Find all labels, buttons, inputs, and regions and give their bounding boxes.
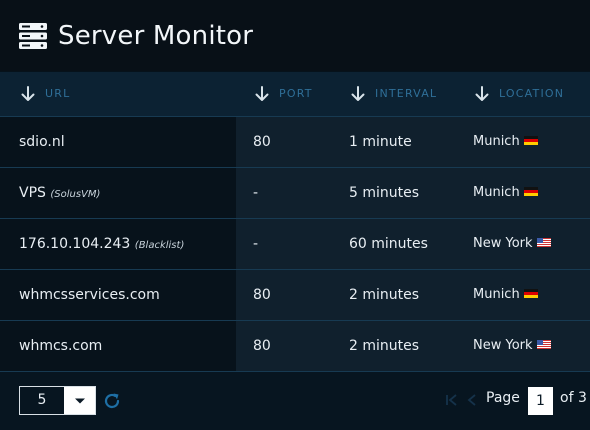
page-size-value: 5	[37, 392, 47, 408]
cell-location: Munich	[456, 116, 590, 167]
cell-location: Munich	[456, 269, 590, 320]
first-page-icon[interactable]	[445, 393, 459, 407]
cell-interval: 5 minutes	[333, 167, 456, 218]
cell-url: VPS (SolusVM)	[0, 167, 236, 218]
cell-url: whmcs.com	[0, 320, 236, 371]
url-text: sdio.nl	[19, 133, 65, 150]
location-text: New York	[473, 338, 533, 353]
germany-flag-icon	[523, 187, 538, 196]
table-row[interactable]: sdio.nl 80 1 minute Munich	[0, 116, 590, 167]
servers-table: URL PORT INTERVAL LOCATION sdio.nl 80 1 …	[0, 72, 590, 372]
cell-interval: 60 minutes	[333, 218, 456, 269]
usa-flag-icon	[536, 238, 551, 247]
sort-arrow-down-icon	[475, 85, 489, 101]
column-header-url[interactable]: URL	[0, 72, 236, 116]
panel-header: Server Monitor	[0, 0, 590, 72]
url-text: 176.10.104.243	[19, 235, 131, 252]
table-footer: 5 Page 1 of 3	[0, 372, 590, 430]
cell-location: New York	[456, 218, 590, 269]
page-nav-disabled	[445, 393, 479, 407]
cell-port: -	[236, 218, 333, 269]
cell-interval: 2 minutes	[333, 269, 456, 320]
table-row[interactable]: VPS (SolusVM) - 5 minutes Munich	[0, 167, 590, 218]
column-label: URL	[45, 87, 71, 101]
refresh-icon[interactable]	[102, 391, 122, 411]
column-header-port[interactable]: PORT	[236, 72, 333, 116]
cell-port: 80	[236, 269, 333, 320]
cell-url: sdio.nl	[0, 116, 236, 167]
column-label: INTERVAL	[375, 87, 438, 101]
page-label: Page	[486, 390, 520, 406]
url-text: VPS	[19, 184, 46, 201]
location-text: Munich	[473, 185, 520, 200]
location-text: New York	[473, 236, 533, 251]
table-row[interactable]: whmcs.com 80 2 minutes New York	[0, 320, 590, 371]
cell-interval: 1 minute	[333, 116, 456, 167]
cell-url: 176.10.104.243 (Blacklist)	[0, 218, 236, 269]
server-stack-icon	[18, 21, 48, 51]
dropdown-toggle-button[interactable]	[64, 387, 95, 414]
page-count-label: of 3	[560, 390, 587, 406]
germany-flag-icon	[523, 136, 538, 145]
column-header-interval[interactable]: INTERVAL	[333, 72, 456, 116]
sort-arrow-down-icon	[21, 85, 35, 101]
url-note: (SolusVM)	[50, 188, 101, 200]
sort-arrow-down-icon	[351, 85, 365, 101]
table-row[interactable]: 176.10.104.243 (Blacklist) - 60 minutes …	[0, 218, 590, 269]
location-text: Munich	[473, 134, 520, 149]
cell-location: Munich	[456, 167, 590, 218]
cell-interval: 2 minutes	[333, 320, 456, 371]
cell-port: -	[236, 167, 333, 218]
table-header-row: URL PORT INTERVAL LOCATION	[0, 72, 590, 116]
location-text: Munich	[473, 287, 520, 302]
cell-location: New York	[456, 320, 590, 371]
cell-url: whmcsservices.com	[0, 269, 236, 320]
column-label: LOCATION	[499, 87, 565, 101]
current-page-input[interactable]: 1	[528, 387, 553, 415]
column-label: PORT	[279, 87, 313, 101]
page-title: Server Monitor	[58, 20, 254, 51]
previous-page-icon[interactable]	[465, 393, 479, 407]
cell-port: 80	[236, 320, 333, 371]
url-text: whmcs.com	[19, 337, 103, 354]
column-header-location[interactable]: LOCATION	[456, 72, 590, 116]
sort-arrow-down-icon	[255, 85, 269, 101]
caret-down-icon	[74, 398, 85, 403]
url-text: whmcsservices.com	[19, 286, 160, 303]
usa-flag-icon	[536, 340, 551, 349]
germany-flag-icon	[523, 289, 538, 298]
cell-port: 80	[236, 116, 333, 167]
url-note: (Blacklist)	[134, 239, 185, 251]
page-size-select[interactable]: 5	[19, 386, 96, 415]
server-monitor-panel: Server Monitor URL PORT INTERVAL LOCATIO…	[0, 0, 590, 430]
table-row[interactable]: whmcsservices.com 80 2 minutes Munich	[0, 269, 590, 320]
